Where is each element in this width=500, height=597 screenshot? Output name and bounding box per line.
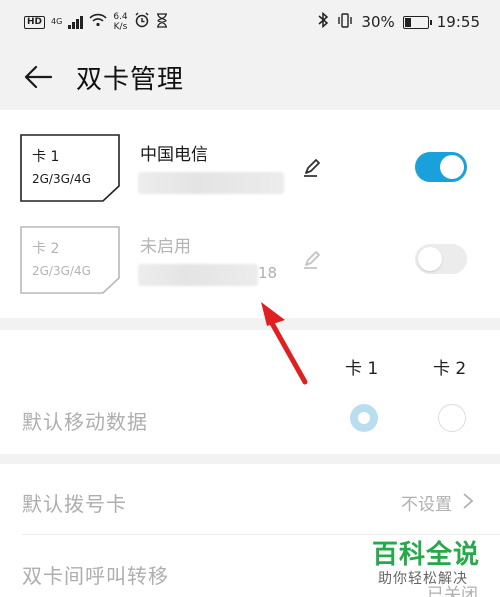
speed-unit: K/s bbox=[113, 22, 128, 32]
list-item-label: 默认拨号卡 bbox=[22, 492, 127, 516]
back-arrow-icon bbox=[24, 65, 52, 89]
watermark-title: 百科全说 bbox=[372, 540, 481, 570]
speed-value: 6.4 bbox=[113, 12, 128, 22]
vibrate-icon bbox=[337, 12, 353, 32]
chevron-right-icon bbox=[463, 493, 474, 509]
default-data-radio-card-1[interactable] bbox=[350, 404, 378, 432]
back-button[interactable] bbox=[22, 61, 54, 93]
sim-card-section: 卡 1 2G/3G/4G 中国电信 卡 2 2G/3G/4G 未启用 18 bbox=[0, 110, 500, 318]
battery-icon bbox=[402, 15, 432, 29]
sim-card-2-network: 2G/3G/4G bbox=[32, 264, 91, 278]
red-arrow-annotation bbox=[261, 302, 308, 385]
clock: 19:55 bbox=[436, 13, 480, 31]
default-data-section: 卡 1 卡 2 默认移动数据 bbox=[0, 330, 500, 454]
page-title: 双卡管理 bbox=[76, 64, 185, 95]
toggle-knob bbox=[440, 155, 464, 179]
edit-sim-2-button[interactable] bbox=[300, 248, 324, 272]
hourglass-icon bbox=[156, 12, 168, 32]
sim-card-2-name: 卡 2 bbox=[32, 241, 60, 257]
sim-card-2-icon: 卡 2 2G/3G/4G bbox=[20, 226, 120, 294]
sim-card-1-number-blurred bbox=[138, 172, 284, 194]
column-header-card-1: 卡 1 bbox=[345, 359, 379, 379]
pencil-icon bbox=[304, 251, 320, 269]
sim-card-2-number-suffix: 18 bbox=[258, 264, 278, 282]
column-header-card-2: 卡 2 bbox=[433, 359, 467, 379]
wifi-icon bbox=[89, 13, 107, 31]
bluetooth-icon bbox=[318, 11, 329, 32]
battery-percent: 30% bbox=[361, 13, 395, 31]
call-forwarding-value: 已关闭 bbox=[427, 585, 478, 597]
alarm-icon bbox=[134, 12, 150, 32]
status-right: 30% 19:55 bbox=[318, 11, 480, 32]
pencil-icon bbox=[304, 159, 320, 177]
edit-sim-1-button[interactable] bbox=[300, 156, 324, 180]
list-item-default-dial[interactable]: 默认拨号卡 不设置 bbox=[0, 464, 500, 535]
sim-card-1-toggle[interactable] bbox=[415, 152, 467, 182]
sim-card-1-network: 2G/3G/4G bbox=[32, 172, 91, 186]
sim-card-2-carrier: 未启用 bbox=[140, 237, 191, 257]
default-data-label: 默认移动数据 bbox=[22, 410, 148, 434]
hd-indicator: HD bbox=[24, 15, 46, 29]
default-data-radio-card-2[interactable] bbox=[438, 404, 466, 432]
list-item-value: 不设置 bbox=[401, 495, 452, 515]
sim-card-2-row: 卡 2 2G/3G/4G 未启用 18 bbox=[0, 222, 500, 314]
sim-card-2-number-blurred bbox=[138, 264, 258, 286]
sim-card-1-icon: 卡 1 2G/3G/4G bbox=[20, 134, 120, 202]
network-type: 4G bbox=[51, 17, 63, 26]
sim-card-1-row: 卡 1 2G/3G/4G 中国电信 bbox=[0, 130, 500, 222]
sim-card-1-carrier: 中国电信 bbox=[140, 145, 208, 165]
signal-icon bbox=[68, 15, 84, 29]
battery-fill bbox=[404, 17, 412, 27]
status-left: HD 4G 6.4 K/s bbox=[24, 12, 168, 32]
app-header: 双卡管理 bbox=[0, 44, 500, 110]
network-speed: 6.4 K/s bbox=[113, 12, 127, 32]
list-item-label: 双卡间呼叫转移 bbox=[22, 564, 169, 588]
status-bar: HD 4G 6.4 K/s 30% 19:55 bbox=[0, 0, 500, 44]
toggle-knob bbox=[418, 247, 442, 271]
sim-card-2-toggle[interactable] bbox=[415, 244, 467, 274]
sim-card-1-name: 卡 1 bbox=[32, 149, 60, 165]
